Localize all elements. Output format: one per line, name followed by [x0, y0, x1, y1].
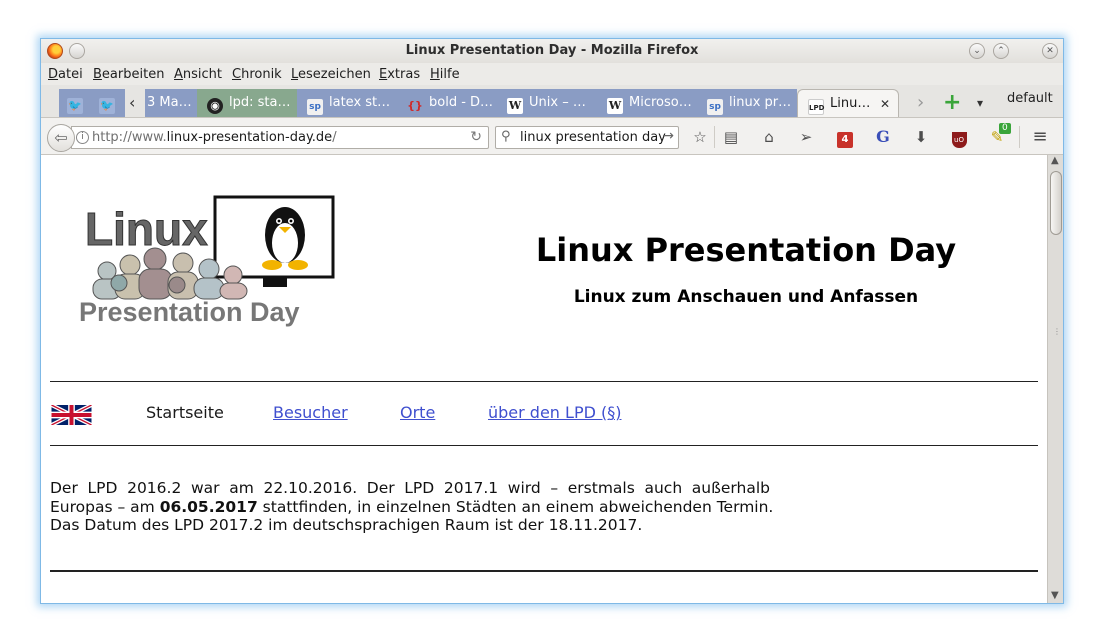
menu-lesezeichen[interactable]: Lesezeichen — [291, 67, 371, 82]
addon-feather-icon[interactable]: ✎ 0 — [987, 123, 1011, 147]
scroll-thumb[interactable] — [1050, 171, 1062, 235]
tab-twitter-partial[interactable]: 3 Ma… — [145, 89, 197, 117]
tab-label: 3 Ma… — [147, 95, 192, 110]
nav-startseite: Startseite — [146, 403, 224, 422]
home-icon[interactable]: ⌂ — [759, 127, 779, 147]
tab-bold[interactable]: {} bold - D… — [397, 89, 497, 117]
tab-label: lpd: sta… — [229, 95, 291, 110]
tab-label: Microso… — [629, 95, 692, 110]
title-bar: Linux Presentation Day - Mozilla Firefox… — [41, 39, 1063, 63]
browser-window: Linux Presentation Day - Mozilla Firefox… — [40, 38, 1064, 604]
uk-flag-icon[interactable] — [50, 405, 93, 425]
divider-bottom — [50, 570, 1038, 572]
list-all-tabs-button[interactable]: ▾ — [973, 89, 993, 117]
search-input[interactable]: linux presentation day — [520, 130, 666, 145]
braces-icon: {} — [407, 99, 423, 112]
tab-scroll-right-button[interactable]: › — [913, 89, 933, 117]
search-go-icon[interactable]: → — [662, 128, 674, 144]
url-text: http://www.linux-presentation-day.de/ — [92, 130, 337, 145]
page-subtitle: Linux zum Anschauen und Anfassen — [573, 287, 919, 307]
menu-extras[interactable]: Extras — [379, 67, 420, 82]
nav-besucher-link[interactable]: Besucher — [273, 403, 348, 422]
vertical-scrollbar[interactable]: ▲ ⋮ ▼ — [1047, 155, 1063, 603]
paragraph-line-3: Das Datum des LPD 2017.2 im deutschsprac… — [50, 516, 643, 534]
tab-github[interactable]: ◉ lpd: sta… — [197, 89, 297, 117]
intro-paragraph: Der LPD 2016.2 war am 22.10.2016. Der LP… — [50, 479, 774, 535]
menu-ansicht[interactable]: Ansicht — [174, 67, 222, 82]
sp-icon: sp — [707, 99, 723, 115]
site-info-icon[interactable]: i — [76, 131, 89, 144]
search-bar[interactable]: ⚲ linux presentation day → — [495, 126, 679, 149]
tab-microsoft[interactable]: W Microso… — [597, 89, 697, 117]
tab-label: linux pr… — [729, 95, 792, 110]
logo-subtitle: Presentation Day — [79, 297, 300, 327]
back-button[interactable]: ⇦ — [47, 124, 75, 152]
profile-label: default — [1007, 91, 1053, 106]
toolbar-separator — [1019, 126, 1020, 148]
tab-unix[interactable]: W Unix – … — [497, 89, 597, 117]
close-tab-icon[interactable]: ✕ — [880, 90, 890, 117]
send-icon[interactable]: ➢ — [796, 127, 816, 147]
logo-word: Linux — [85, 203, 208, 255]
wikipedia-icon: W — [507, 98, 523, 114]
tab-linux-pr[interactable]: sp linux pr… — [697, 89, 797, 117]
tab-latex[interactable]: sp latex st… — [297, 89, 397, 117]
lpd-logo: Linux Presentation Day — [79, 195, 335, 327]
page-content: Linux Presentation Day Linux Presentatio… — [41, 155, 1047, 603]
wikipedia-icon: W — [607, 98, 623, 114]
date-highlight: 06.05.2017 — [159, 497, 258, 516]
reload-icon[interactable]: ↻ — [470, 129, 482, 145]
addon-badge: 0 — [999, 123, 1011, 134]
ublock-icon[interactable]: uO — [949, 127, 969, 148]
hamburger-menu-icon[interactable]: ≡ — [1030, 127, 1050, 147]
tab-label: latex st… — [329, 95, 391, 110]
tab-active-lpd[interactable]: LPD Linu… ✕ — [797, 89, 899, 117]
close-window-button[interactable]: ✕ — [1042, 43, 1058, 59]
paragraph-line-2: Europas – am 06.05.2017 stattfinden, in … — [50, 497, 774, 516]
tab-bar: 🐦 🐦 ‹ 3 Ma… ◉ lpd: sta… sp latex st… {} bol… — [41, 85, 1063, 117]
scroll-down-arrow-icon[interactable]: ▼ — [1051, 590, 1059, 601]
github-icon: ◉ — [207, 98, 223, 114]
tab-label: Unix – … — [529, 95, 586, 110]
sp-icon: sp — [307, 99, 323, 115]
menu-datei[interactable]: Datei — [48, 67, 83, 82]
menu-hilfe[interactable]: Hilfe — [430, 67, 460, 82]
twitter-icon: 🐦 — [67, 98, 83, 114]
twitter-icon: 🐦 — [99, 98, 115, 114]
bookmarks-menu-icon[interactable]: ▤ — [721, 127, 741, 147]
divider-top — [50, 381, 1038, 382]
download-icon[interactable]: ⬇ — [911, 127, 931, 147]
navigation-bar: i http://www.linux-presentation-day.de/ … — [41, 117, 1063, 155]
url-bar[interactable]: i http://www.linux-presentation-day.de/ … — [71, 126, 489, 149]
scroll-up-arrow-icon[interactable]: ▲ — [1051, 155, 1059, 166]
nav-orte-link[interactable]: Orte — [400, 403, 435, 422]
maximize-button[interactable]: ⌃ — [993, 43, 1009, 59]
nav-ueber-link[interactable]: über den LPD (§) — [488, 403, 621, 422]
scroll-grip-icon: ⋮ — [1053, 327, 1061, 336]
lpd-favicon-icon: LPD — [808, 99, 824, 115]
tab-label: bold - D… — [429, 95, 494, 110]
tab-pinned-twitter-2[interactable]: 🐦 — [91, 89, 125, 117]
search-icon[interactable]: ⚲ — [501, 129, 511, 144]
divider-middle — [50, 445, 1038, 446]
addon-g-icon[interactable]: G — [873, 127, 893, 147]
paragraph-line-1: Der LPD 2016.2 war am 22.10.2016. Der LP… — [50, 479, 770, 497]
minimize-button[interactable]: ⌄ — [969, 43, 985, 59]
tab-label: Linu… — [830, 96, 871, 111]
tab-scroll-left-button[interactable]: ‹ — [125, 89, 145, 117]
tab-pinned-twitter-1[interactable]: 🐦 — [59, 89, 91, 117]
menu-bar: Datei Bearbeiten Ansicht Chronik Lesezei… — [41, 63, 1063, 85]
window-title: Linux Presentation Day - Mozilla Firefox — [405, 43, 699, 58]
bookmark-star-icon[interactable]: ☆ — [690, 127, 710, 147]
page-title: Linux Presentation Day — [535, 231, 957, 269]
menu-chronik[interactable]: Chronik — [232, 67, 282, 82]
new-tab-button[interactable]: + — [939, 89, 961, 117]
toolbar-separator — [714, 126, 715, 148]
addon-red-badge-icon[interactable]: 4 — [835, 127, 855, 148]
menu-bearbeiten[interactable]: Bearbeiten — [93, 67, 164, 82]
